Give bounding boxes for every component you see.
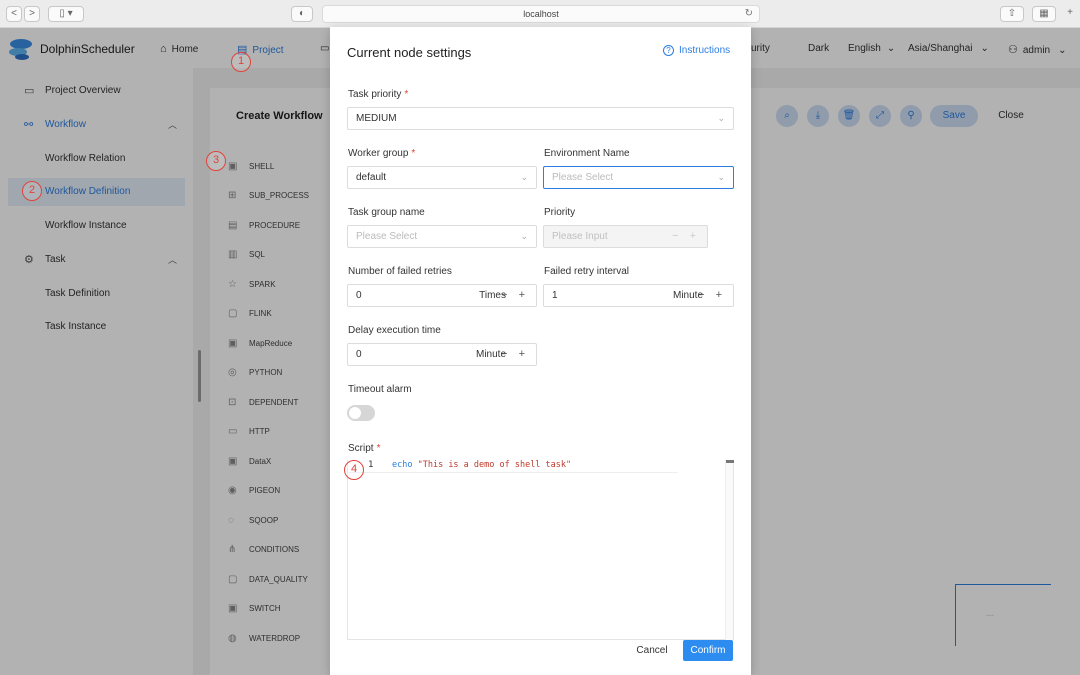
chevron-down-icon: ⌄ (717, 172, 725, 182)
annotation-marker-4: 4 (344, 460, 364, 480)
task-priority-select[interactable]: MEDIUM ⌄ (347, 107, 734, 130)
chevron-down-icon: ⌄ (520, 231, 528, 241)
required-mark: * (404, 89, 409, 100)
line-number: 1 (368, 460, 374, 470)
chevron-down-icon: ⌄ (520, 172, 528, 182)
annotation-marker-3: 3 (206, 151, 226, 171)
environment-name-select[interactable]: Please Select ⌄ (543, 166, 734, 189)
task-group-name-label: Task group name (348, 207, 425, 218)
label-text: Worker group (348, 148, 409, 159)
code-line: 1 echo "This is a demo of shell task" (348, 460, 678, 473)
task-priority-label: Task priority * (348, 89, 408, 100)
back-button[interactable]: < (6, 6, 22, 22)
failed-retries-input[interactable]: 0 Times − + (347, 284, 537, 307)
environment-name-label: Environment Name (544, 148, 630, 159)
node-settings-modal: Current node settings ? Instructions Task… (330, 27, 751, 675)
url-text: localhost (523, 9, 559, 19)
annotation-marker-1: 1 (231, 52, 251, 72)
tabs-overview-icon[interactable]: ▦ (1032, 6, 1056, 22)
priority-stepper[interactable]: − + (672, 226, 700, 247)
select-value: MEDIUM (356, 113, 397, 124)
retry-interval-label: Failed retry interval (544, 266, 630, 277)
required-mark: * (376, 443, 381, 454)
share-icon[interactable]: ⇧ (1000, 6, 1024, 22)
priority-input[interactable]: Please Input − + (543, 225, 708, 248)
help-icon: ? (663, 45, 674, 56)
new-tab-icon[interactable]: + (1062, 6, 1078, 22)
code-string: "This is a demo of shell task" (417, 460, 572, 470)
retries-stepper[interactable]: − + (501, 285, 529, 306)
chevron-down-icon: ⌄ (717, 113, 725, 123)
input-value: 0 (356, 349, 362, 360)
editor-scroll-thumb[interactable] (726, 460, 734, 463)
worker-group-label: Worker group * (348, 148, 415, 159)
code-keyword: echo (392, 460, 413, 470)
timeout-alarm-toggle[interactable] (347, 405, 375, 421)
select-placeholder: Please Select (552, 172, 614, 183)
instructions-label: Instructions (679, 45, 731, 56)
code-text: echo "This is a demo of shell task" (392, 460, 571, 470)
url-bar[interactable]: localhost ↻ (322, 5, 760, 23)
editor-scrollbar[interactable] (725, 460, 734, 640)
cancel-button[interactable]: Cancel (628, 641, 676, 661)
back-icon: < (11, 8, 17, 19)
instructions-link[interactable]: ? Instructions (663, 45, 730, 56)
required-mark: * (411, 148, 416, 159)
select-value: default (356, 172, 387, 183)
forward-icon: > (29, 8, 35, 19)
modal-title: Current node settings (347, 45, 472, 60)
timeout-alarm-label: Timeout alarm (348, 384, 412, 395)
reload-icon[interactable]: ↻ (745, 6, 753, 22)
label-text: Task priority (348, 89, 402, 100)
forward-button[interactable]: > (24, 6, 40, 22)
delay-time-input[interactable]: 0 Minute − + (347, 343, 537, 366)
annotation-marker-2: 2 (22, 181, 42, 201)
script-label: Script * (348, 443, 380, 454)
toggle-knob (349, 407, 361, 419)
delay-time-label: Delay execution time (348, 325, 441, 336)
sidebar-toggle-button[interactable]: ▯ ▾ (48, 6, 84, 22)
input-placeholder: Please Input (552, 231, 608, 242)
privacy-icon[interactable]: ◐ (291, 6, 313, 22)
interval-stepper[interactable]: − + (698, 285, 726, 306)
script-editor[interactable]: 1 echo "This is a demo of shell task" (347, 460, 734, 640)
label-text: Script (348, 443, 374, 454)
failed-retries-label: Number of failed retries (348, 266, 452, 277)
priority-label: Priority (544, 207, 576, 218)
retry-interval-input[interactable]: 1 Minute − + (543, 284, 734, 307)
input-value: 1 (552, 290, 558, 301)
task-group-name-select[interactable]: Please Select ⌄ (347, 225, 537, 248)
browser-toolbar: < > ▯ ▾ ◐ localhost ↻ ⇧ ▦ + (0, 0, 1080, 28)
delay-stepper[interactable]: − + (501, 344, 529, 365)
input-value: 0 (356, 290, 362, 301)
worker-group-select[interactable]: default ⌄ (347, 166, 537, 189)
select-placeholder: Please Select (356, 231, 418, 242)
confirm-button[interactable]: Confirm (683, 640, 733, 661)
